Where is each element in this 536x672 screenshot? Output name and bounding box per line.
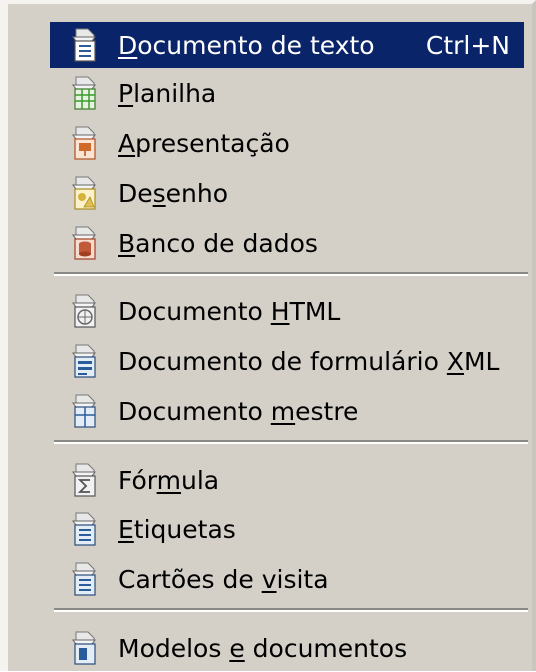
menu-item-label: Banco de dados (118, 228, 318, 258)
menu-item-label: Documento de formulário XML (118, 346, 500, 376)
menu-item-presentation[interactable]: Apresentação (50, 120, 524, 166)
drawing-icon (70, 175, 102, 211)
html-document-icon (70, 293, 102, 329)
labels-icon (70, 511, 102, 547)
menu-separator (54, 440, 528, 444)
menu-item-formula[interactable]: Fórmula (50, 457, 524, 503)
menu-item-label: Documento HTML (118, 296, 341, 326)
menu-item-html-document[interactable]: Documento HTML (50, 288, 524, 334)
menu-item-spreadsheet[interactable]: Planilha (50, 70, 524, 116)
formula-icon (70, 462, 102, 498)
spreadsheet-icon (70, 75, 102, 111)
presentation-icon (70, 125, 102, 161)
menu-item-business-cards[interactable]: Cartões de visita (50, 556, 524, 602)
text-document-icon (70, 27, 102, 63)
menu-item-label: Apresentação (118, 128, 290, 158)
menu-item-templates-and-documents[interactable]: Modelos e documentos (50, 625, 524, 671)
xml-form-document-icon (70, 343, 102, 379)
menu-item-label: Documento mestre (118, 396, 359, 426)
menu-separator (54, 608, 528, 612)
menu-item-label: Modelos e documentos (118, 633, 408, 663)
database-icon (70, 225, 102, 261)
menu-item-label: Fórmula (118, 465, 220, 495)
menu-item-database[interactable]: Banco de dados (50, 220, 524, 266)
menu-item-shortcut: Ctrl+N (425, 30, 510, 60)
master-document-icon (70, 393, 102, 429)
menu-item-label: Desenho (118, 178, 229, 208)
menu-item-xml-form-document[interactable]: Documento de formulário XML (50, 338, 524, 384)
menu-item-master-document[interactable]: Documento mestre (50, 388, 524, 434)
menu-item-labels[interactable]: Etiquetas (50, 506, 524, 552)
business-cards-icon (70, 561, 102, 597)
menu-item-label: Etiquetas (118, 514, 236, 544)
templates-icon (70, 630, 102, 666)
menu-item-drawing[interactable]: Desenho (50, 170, 524, 216)
menu-item-label: Cartões de visita (118, 564, 329, 594)
menu-item-text-document[interactable]: Documento de texto Ctrl+N (50, 22, 524, 68)
menu-item-label: Planilha (118, 78, 217, 108)
menu-separator (54, 272, 528, 276)
new-document-menu: Documento de texto Ctrl+N Planilha Apres… (0, 0, 536, 671)
menu-item-label: Documento de texto (118, 30, 375, 60)
